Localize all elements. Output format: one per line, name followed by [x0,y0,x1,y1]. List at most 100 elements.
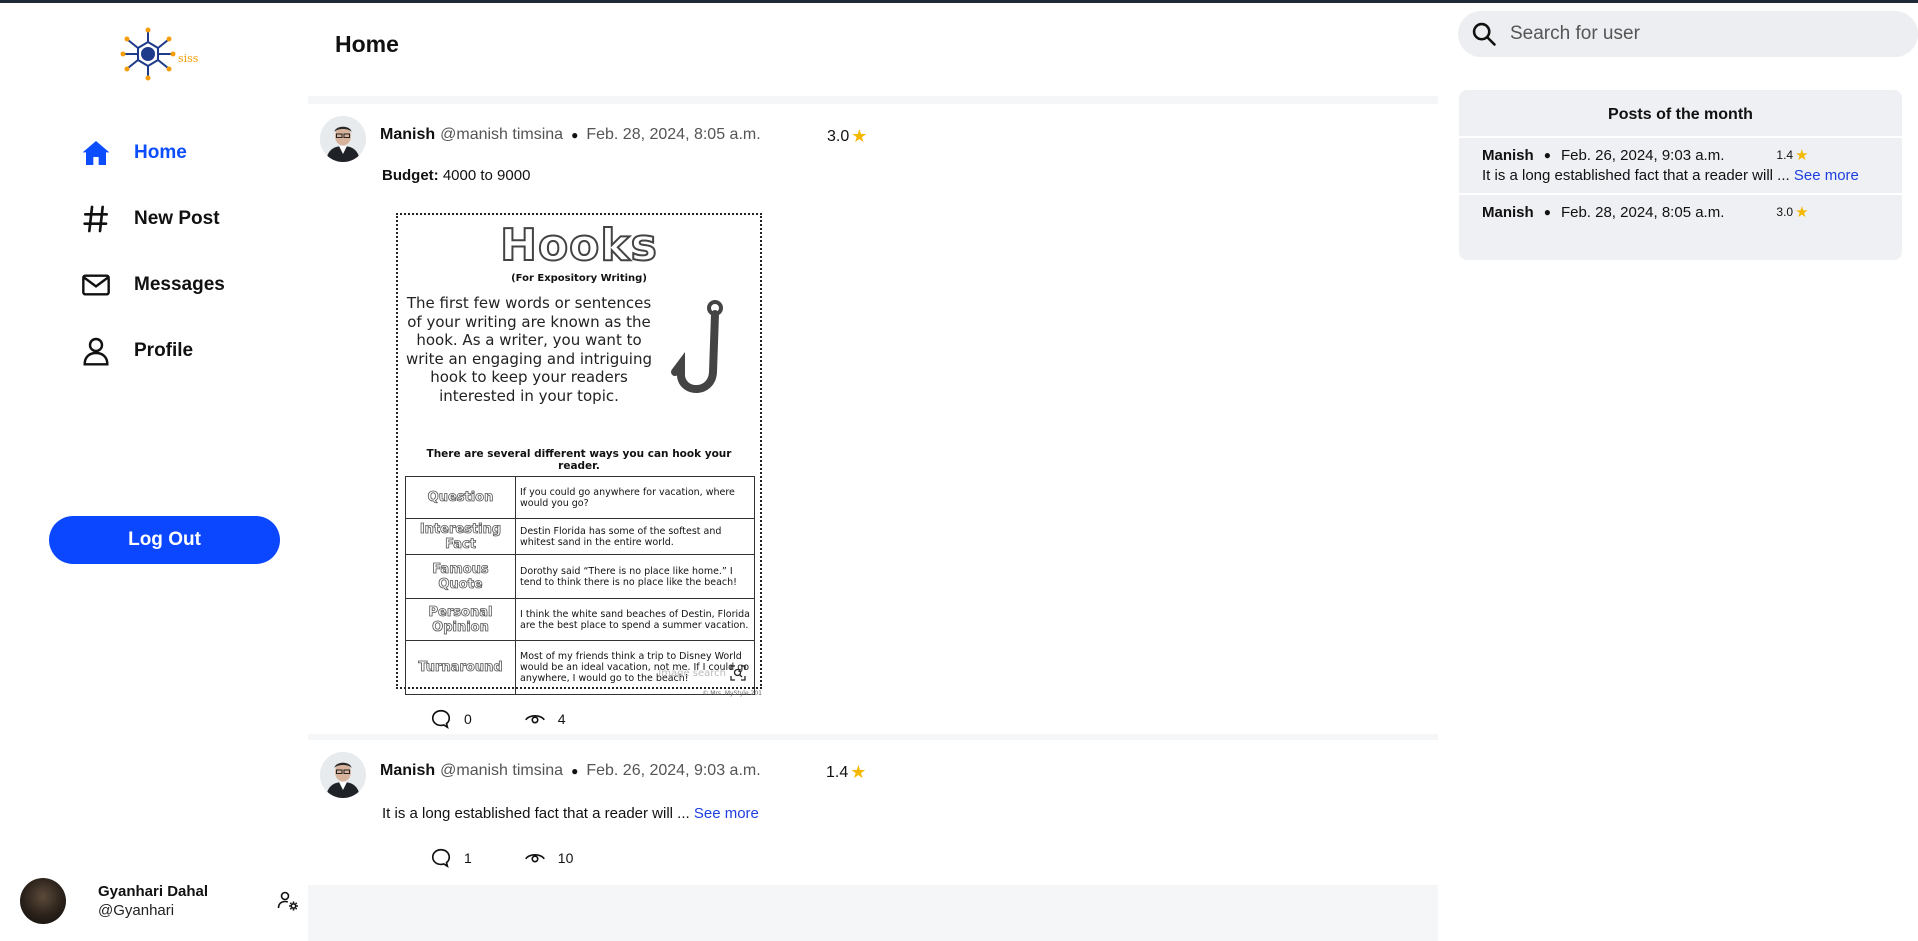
table-row: Interesting Fact Destin Florida has some… [405,518,755,555]
feed-post[interactable]: Manish @manish timsina ● Feb. 26, 2024, … [308,740,1438,885]
image-title: Hooks [499,220,658,272]
budget-value: 4000 to 9000 [442,167,531,184]
views-stat: 4 [524,708,566,730]
mail-icon [82,274,110,296]
image-search-watermark[interactable]: Image search [658,665,746,681]
home-icon [82,141,110,165]
comment-icon [431,709,451,730]
sidebar: siss Home New Post Messages Profile Log … [0,3,308,941]
star-icon: ★ [851,126,868,146]
image-subtitle: (For Expository Writing) [511,273,647,284]
hook-type: Interesting Fact [405,518,516,555]
comments-stat[interactable]: 1 [430,847,472,869]
separator-dot: ● [571,764,579,778]
image-copyright: © Mrs. MyStyle 201 [702,690,762,697]
current-user-handle: @Gyanhari [98,902,175,919]
nav-item-label: Messages [134,274,225,295]
potm-excerpt-text: It is a long established fact that a rea… [1482,167,1790,184]
potm-rating: 1.4 ★ [1776,146,1808,164]
potm-author: Manish [1482,203,1534,221]
post-stats: 0 4 [430,708,618,730]
logo-icon [120,27,176,81]
hook-type: Turnaround [405,640,516,695]
logo-text: siss [178,51,199,65]
potm-item[interactable]: Manish ● Feb. 28, 2024, 8:05 a.m. 3.0 ★ [1459,193,1902,229]
hook-example: I think the white sand beaches of Destin… [515,598,755,641]
search-input[interactable] [1510,23,1910,45]
rating-value: 1.4 [826,763,849,781]
table-row: Famous Quote Dorothy said “There is no p… [405,554,755,599]
hook-example: Destin Florida has some of the softest a… [515,518,755,555]
nav-item-profile[interactable]: Profile [80,331,225,371]
comments-count: 0 [464,711,472,727]
eye-icon [524,853,545,863]
post-budget: Budget: 4000 to 9000 [382,167,530,184]
potm-rating: 3.0 ★ [1776,203,1808,221]
potm-date: Feb. 28, 2024, 8:05 a.m. [1560,203,1725,221]
app-logo[interactable]: siss [120,25,200,83]
right-panel: Posts of the month Manish ● Feb. 26, 202… [1438,3,1918,941]
nav-item-new-post[interactable]: New Post [80,199,225,239]
hook-type: Question [405,476,516,519]
logout-button[interactable]: Log Out [49,516,280,564]
eye-icon [524,714,545,724]
main-feed: Home Manish @manish timsina ● Feb. 28, 2… [308,3,1438,941]
comment-icon [431,848,451,869]
separator-dot: ● [1543,148,1551,162]
post-rating: 1.4 ★ [826,762,866,783]
fish-hook-icon [653,294,753,414]
table-row: Personal Opinion I think the white sand … [405,598,755,641]
nav-item-label: Profile [134,340,194,361]
hash-icon [83,205,108,233]
hook-example: Dorothy said “There is no place like hom… [515,554,755,599]
star-icon: ★ [1795,147,1809,164]
post-rating: 3.0 ★ [827,126,867,147]
post-author-name[interactable]: Manish [380,126,435,144]
nav-item-home[interactable]: Home [80,133,225,173]
avatar[interactable] [20,878,66,924]
star-icon: ★ [1795,204,1809,221]
post-header: Manish @manish timsina ● Feb. 28, 2024, … [380,126,761,144]
post-author-name[interactable]: Manish [380,762,435,780]
separator-dot: ● [1543,205,1551,219]
hooks-table: Question If you could go anywhere for va… [405,476,755,695]
post-image[interactable]: Hooks (For Expository Writing) The first… [396,213,762,697]
potm-date: Feb. 26, 2024, 9:03 a.m. [1560,146,1725,164]
page-title: Home [335,31,399,57]
rating-value: 3.0 [827,127,850,145]
see-more-link[interactable]: See more [1794,167,1859,184]
potm-item[interactable]: Manish ● Feb. 26, 2024, 9:03 a.m. 1.4 ★ … [1459,136,1902,193]
rating-value: 1.4 [1776,148,1794,162]
post-date: Feb. 28, 2024, 8:05 a.m. [586,126,761,143]
table-row: Question If you could go anywhere for va… [405,476,755,519]
avatar-image-icon [320,752,366,798]
nav-item-label: New Post [134,208,220,229]
feed-post[interactable]: Manish @manish timsina ● Feb. 28, 2024, … [308,104,1438,734]
nav-item-messages[interactable]: Messages [80,265,225,305]
watermark-label: Image search [658,667,726,679]
current-user-name: Gyanhari Dahal [98,883,209,900]
post-author-handle[interactable]: @manish timsina [440,126,563,144]
post-author-avatar[interactable] [320,116,366,162]
search-icon [1472,22,1496,46]
comments-stat[interactable]: 0 [430,708,472,730]
see-more-link[interactable]: See more [694,805,759,822]
main-nav: Home New Post Messages Profile [80,133,225,397]
potm-excerpt: It is a long established fact that a rea… [1482,167,1879,185]
user-icon [83,337,109,366]
hook-type: Personal Opinion [405,598,516,641]
user-settings-icon[interactable] [276,889,300,913]
rating-value: 3.0 [1776,205,1794,219]
image-search-icon [730,665,746,681]
views-count: 10 [557,850,574,866]
views-stat: 10 [524,847,574,869]
hook-example: If you could go anywhere for vacation, w… [515,476,755,519]
image-intro: The first few words or sentences of your… [406,294,652,405]
post-author-avatar[interactable] [320,752,366,798]
budget-label: Budget: [382,167,439,184]
post-date: Feb. 26, 2024, 9:03 a.m. [586,762,761,779]
post-author-handle[interactable]: @manish timsina [440,762,563,780]
current-user-card[interactable]: Gyanhari Dahal @Gyanhari [20,877,300,925]
user-search[interactable] [1458,11,1918,57]
avatar-image-icon [320,116,366,162]
